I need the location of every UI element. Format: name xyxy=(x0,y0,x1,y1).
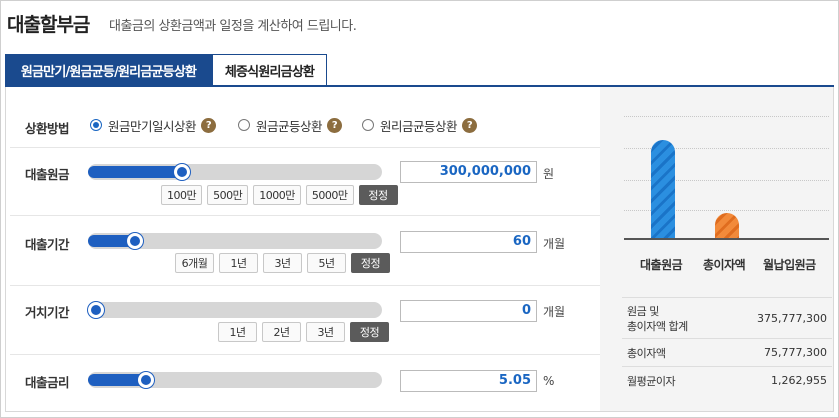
grace-label: 거치기간 xyxy=(25,305,70,320)
radio-equal-principal-label: 원금균등상환 xyxy=(256,118,323,134)
rate-unit: % xyxy=(543,374,555,388)
slider-handle[interactable] xyxy=(88,302,104,318)
grace-1year-button[interactable]: 1년 xyxy=(218,322,257,342)
principal-label: 대출원금 xyxy=(25,167,70,182)
chart-gridline xyxy=(624,116,829,117)
add-500man-button[interactable]: 500만 xyxy=(207,185,249,205)
slider-handle[interactable] xyxy=(138,372,154,388)
chart-bar xyxy=(715,213,739,238)
summary-divider xyxy=(622,366,832,367)
term-label: 대출기간 xyxy=(25,237,70,252)
add-1000man-button[interactable]: 1000만 xyxy=(253,185,301,205)
slider-handle[interactable] xyxy=(127,233,143,249)
radio-equal-principal-icon[interactable] xyxy=(238,119,250,131)
summary-divider xyxy=(622,297,832,298)
term-6months-button[interactable]: 6개월 xyxy=(175,253,214,273)
radio-bullet-label: 원금만기일시상환 xyxy=(108,118,197,134)
summary-total-value: 375,777,300 xyxy=(757,312,827,325)
grace-2years-button[interactable]: 2년 xyxy=(262,322,301,342)
grace-slider[interactable] xyxy=(88,302,382,318)
divider xyxy=(10,354,600,355)
chart-label-principal: 대출원금 xyxy=(640,258,683,272)
help-icon[interactable]: ? xyxy=(462,117,478,133)
radio-equal-installment-label: 원리금균등상환 xyxy=(380,118,458,134)
principal-slider[interactable] xyxy=(88,164,382,180)
chart-axis xyxy=(624,238,829,240)
radio-bullet-icon[interactable] xyxy=(90,119,102,131)
principal-reset-button[interactable]: 정정 xyxy=(358,185,398,205)
term-5years-button[interactable]: 5년 xyxy=(307,253,346,273)
page-subtitle: 대출금의 상환금액과 일정을 계산하여 드립니다. xyxy=(109,19,357,34)
help-icon[interactable]: ? xyxy=(201,117,217,133)
tab-principal-equal[interactable]: 원금만기/원금균등/원리금균등상환 xyxy=(5,54,212,86)
radio-equal-installment[interactable]: 원리금균등상환 ? xyxy=(362,116,478,134)
summary-total-label: 원금 및 총이자액 합계 xyxy=(627,304,688,334)
principal-input[interactable]: 300,000,000 xyxy=(400,161,537,183)
term-unit: 개월 xyxy=(543,237,566,251)
grace-reset-button[interactable]: 정정 xyxy=(350,322,389,342)
summary-total-label-line: 총이자액 합계 xyxy=(627,320,688,333)
term-slider[interactable] xyxy=(88,233,382,249)
chart-label-interest: 총이자액 xyxy=(703,258,746,272)
principal-unit: 원 xyxy=(543,167,555,181)
page-title: 대출할부금 xyxy=(7,14,90,36)
grace-3years-button[interactable]: 3년 xyxy=(306,322,345,342)
radio-equal-principal[interactable]: 원금균등상환 ? xyxy=(238,116,343,134)
repayment-label: 상환방법 xyxy=(25,121,70,136)
summary-total-label-line: 원금 및 xyxy=(627,305,659,318)
summary-divider xyxy=(622,338,832,339)
radio-bullet-repayment[interactable]: 원금만기일시상환 ? xyxy=(90,116,217,134)
add-100man-button[interactable]: 100만 xyxy=(161,185,203,205)
summary-interest-value: 75,777,300 xyxy=(764,346,827,359)
term-reset-button[interactable]: 정정 xyxy=(351,253,390,273)
rate-slider[interactable] xyxy=(88,372,382,388)
help-icon[interactable]: ? xyxy=(327,117,343,133)
grace-input[interactable]: 0 xyxy=(400,300,537,322)
divider xyxy=(10,215,600,216)
term-1year-button[interactable]: 1년 xyxy=(219,253,258,273)
summary-monthly-interest-label: 월평균이자 xyxy=(627,375,676,388)
divider xyxy=(10,285,600,286)
summary-interest-label: 총이자액 xyxy=(627,347,666,360)
term-3years-button[interactable]: 3년 xyxy=(263,253,302,273)
grace-quick-buttons: 1년 2년 3년 정정 xyxy=(218,322,389,342)
slider-handle[interactable] xyxy=(174,164,190,180)
rate-label: 대출금리 xyxy=(25,375,70,390)
chart-bar xyxy=(651,140,675,238)
summary-monthly-interest-value: 1,262,955 xyxy=(771,374,827,387)
add-5000man-button[interactable]: 5000만 xyxy=(305,185,354,205)
slider-fill xyxy=(88,166,182,178)
divider xyxy=(10,147,600,148)
grace-unit: 개월 xyxy=(543,305,566,319)
rate-input[interactable]: 5.05 xyxy=(400,370,537,392)
tab-graduated[interactable]: 체증식원리금상환 xyxy=(212,54,327,86)
term-quick-buttons: 6개월 1년 3년 5년 정정 xyxy=(175,253,390,273)
radio-equal-installment-icon[interactable] xyxy=(362,119,374,131)
chart-label-monthly: 월납입원금 xyxy=(763,258,816,272)
principal-quick-buttons: 100만 500만 1000만 5000만 정정 xyxy=(161,185,398,205)
term-input[interactable]: 60 xyxy=(400,231,537,253)
